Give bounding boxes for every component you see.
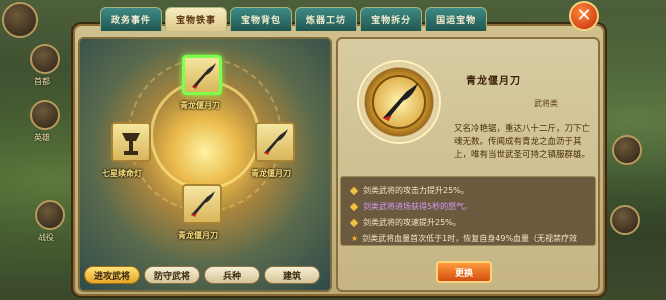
star-bullet-icon: ★ bbox=[351, 234, 359, 243]
tab-treasure-lore[interactable]: 宝物铁事 bbox=[165, 7, 228, 31]
diamond-bullet-icon bbox=[349, 186, 359, 195]
tab-forge-workshop[interactable]: 炼器工坊 bbox=[295, 7, 358, 31]
hud-right-icon[interactable] bbox=[612, 135, 642, 165]
effect-text: 剑类武将的攻速提升25%。 bbox=[363, 218, 461, 227]
attack-general-button[interactable]: 进攻武将 bbox=[84, 266, 140, 284]
effect-line-1: 剑类武将的攻击力提升25%。 bbox=[349, 185, 469, 196]
effects-list: 剑类武将的攻击力提升25%。 剑类武将进场获得5秒的怒气。 剑类武将的攻速提升2… bbox=[340, 176, 596, 246]
blade-icon bbox=[192, 63, 216, 89]
tab-government-events[interactable]: 政务事件 bbox=[100, 7, 163, 31]
lamp-icon bbox=[122, 133, 140, 155]
hud-battle-label: 战役 bbox=[38, 233, 54, 242]
defense-general-button[interactable]: 防守武将 bbox=[144, 266, 200, 284]
blade-icon bbox=[191, 191, 215, 217]
effect-line-3: 剑类武将的攻速提升25%。 bbox=[349, 217, 461, 228]
swap-button[interactable]: 更换 bbox=[436, 261, 492, 283]
tab-national-treasure[interactable]: 国运宝物 bbox=[425, 7, 488, 31]
troop-type-button[interactable]: 兵种 bbox=[204, 266, 260, 284]
slot-right-label: 青龙偃月刀 bbox=[251, 169, 291, 178]
item-subtype: 武将类 bbox=[534, 99, 558, 108]
slot-left-label: 七星续命灯 bbox=[102, 169, 142, 178]
slot-top[interactable] bbox=[182, 55, 222, 95]
item-name: 青龙偃月刀 bbox=[466, 76, 521, 87]
hud-right-icon-2[interactable] bbox=[610, 205, 640, 235]
effect-line-2: 剑类武将进场获得5秒的怒气。 bbox=[349, 201, 473, 212]
hud-hero-label: 英雄 bbox=[34, 133, 50, 142]
treasure-emblem-inner bbox=[372, 75, 426, 129]
blade-icon bbox=[264, 129, 288, 155]
slot-top-label: 青龙偃月刀 bbox=[180, 101, 220, 110]
tab-bar: 政务事件 宝物铁事 宝物背包 炼器工坊 宝物拆分 国运宝物 bbox=[100, 7, 488, 31]
hud-capital-label: 首都 bbox=[34, 77, 50, 86]
hud-capital-icon[interactable] bbox=[30, 44, 60, 74]
slot-right[interactable] bbox=[255, 122, 295, 162]
effect-text: 剑类武将血量首次低于1时，恢复自身49%血量（无视禁疗效 bbox=[362, 234, 578, 243]
item-description: 又名冷艳锯，重达八十二斤，刀下亡魂无数。传闻成有青龙之血沥于其上，唯有当世武圣可… bbox=[454, 124, 591, 160]
glow-ring bbox=[150, 80, 260, 190]
tab-treasure-bag[interactable]: 宝物背包 bbox=[230, 7, 293, 31]
slot-bottom[interactable] bbox=[182, 184, 222, 224]
close-button[interactable]: ✕ bbox=[569, 1, 599, 31]
slot-left[interactable] bbox=[111, 122, 151, 162]
diamond-bullet-icon bbox=[349, 202, 359, 211]
hud-hero-icon[interactable] bbox=[30, 100, 60, 130]
effect-line-4: ★ 剑类武将血量首次低于1时，恢复自身49%血量（无视禁疗效 bbox=[351, 233, 577, 244]
hud-battle-icon[interactable] bbox=[35, 200, 65, 230]
effect-text: 剑类武将的攻击力提升25%。 bbox=[363, 186, 469, 195]
hud-avatar-icon[interactable] bbox=[2, 2, 38, 38]
effect-text: 剑类武将进场获得5秒的怒气。 bbox=[363, 202, 473, 211]
blade-icon bbox=[382, 82, 419, 122]
tab-treasure-split[interactable]: 宝物拆分 bbox=[360, 7, 423, 31]
building-button[interactable]: 建筑 bbox=[264, 266, 320, 284]
diamond-bullet-icon bbox=[349, 218, 359, 227]
slot-bottom-label: 青龙偃月刀 bbox=[178, 231, 218, 240]
close-icon: ✕ bbox=[576, 5, 592, 26]
